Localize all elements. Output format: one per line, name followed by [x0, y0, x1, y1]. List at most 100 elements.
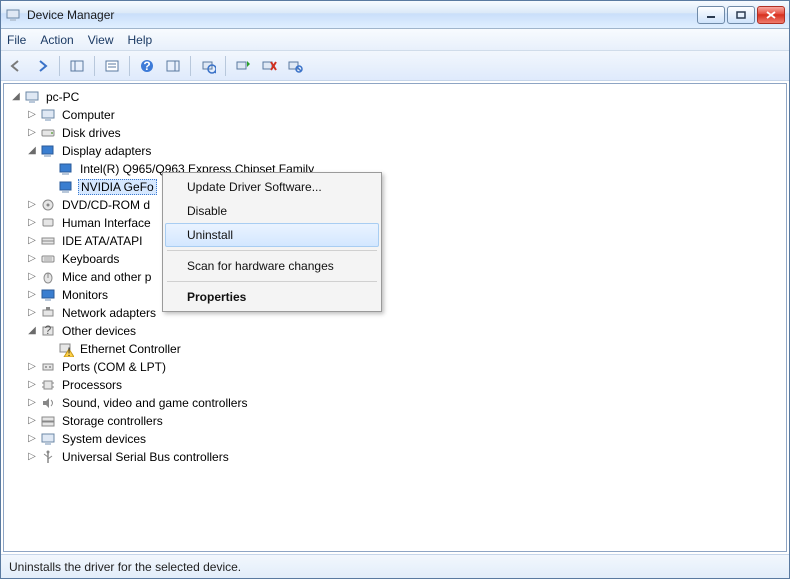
disable-icon[interactable]: [284, 55, 306, 77]
tree-item[interactable]: ▷ Processors: [4, 376, 786, 394]
tree-item-label: Universal Serial Bus controllers: [60, 450, 231, 464]
forward-button[interactable]: [31, 55, 53, 77]
minimize-button[interactable]: [697, 6, 725, 24]
expand-icon[interactable]: ▷: [26, 253, 38, 265]
tree-item[interactable]: ▷ Monitors: [4, 286, 786, 304]
expand-icon[interactable]: ▷: [26, 397, 38, 409]
expand-icon[interactable]: ▷: [26, 199, 38, 211]
tree-item-label: Sound, video and game controllers: [60, 396, 249, 410]
processors-icon: [40, 377, 56, 393]
expand-icon[interactable]: ▷: [26, 217, 38, 229]
tree-item-label: Other devices: [60, 324, 138, 338]
hid-icon: [40, 215, 56, 231]
tree-item-label: Computer: [60, 108, 117, 122]
expand-icon[interactable]: ▷: [26, 271, 38, 283]
collapse-icon[interactable]: ◢: [26, 325, 38, 337]
dvd-drives-icon: [40, 197, 56, 213]
statusbar: Uninstalls the driver for the selected d…: [1, 554, 789, 578]
menu-action[interactable]: Action: [40, 33, 73, 47]
system-devices-icon: [40, 431, 56, 447]
computer-category-icon: [40, 107, 56, 123]
tree-item[interactable]: ▷ Universal Serial Bus controllers: [4, 448, 786, 466]
expand-icon[interactable]: ▷: [26, 433, 38, 445]
ctx-update-driver[interactable]: Update Driver Software...: [165, 175, 379, 199]
tree-item-label: Mice and other p: [60, 270, 153, 284]
svg-text:?: ?: [143, 59, 150, 73]
menubar: File Action View Help: [1, 29, 789, 51]
display-adapters-icon: [40, 143, 56, 159]
tree-item[interactable]: ▷ System devices: [4, 430, 786, 448]
tree-item[interactable]: ▷ DVD/CD-ROM d: [4, 196, 786, 214]
update-driver-icon[interactable]: [232, 55, 254, 77]
ctx-item-label: Properties: [187, 290, 246, 304]
expand-icon[interactable]: ▷: [26, 109, 38, 121]
collapse-icon[interactable]: ◢: [10, 91, 22, 103]
titlebar: Device Manager: [1, 1, 789, 29]
keyboards-icon: [40, 251, 56, 267]
tree-item[interactable]: ▷ Storage controllers: [4, 412, 786, 430]
ctx-item-label: Scan for hardware changes: [187, 259, 334, 273]
ctx-scan-hardware[interactable]: Scan for hardware changes: [165, 254, 379, 278]
ctx-properties[interactable]: Properties: [165, 285, 379, 309]
tree-item[interactable]: ▷ Ports (COM & LPT): [4, 358, 786, 376]
tree-item-other-devices[interactable]: ◢ ? Other devices: [4, 322, 786, 340]
tree-item[interactable]: ▷ Human Interface: [4, 214, 786, 232]
expand-icon[interactable]: ▷: [26, 127, 38, 139]
usb-icon: [40, 449, 56, 465]
expand-icon[interactable]: ▷: [26, 379, 38, 391]
disk-drives-icon: [40, 125, 56, 141]
expand-icon[interactable]: ▷: [26, 289, 38, 301]
help-button[interactable]: ?: [136, 55, 158, 77]
tree-item[interactable]: ▷ Computer: [4, 106, 786, 124]
action-pane-button[interactable]: [162, 55, 184, 77]
ctx-disable[interactable]: Disable: [165, 199, 379, 223]
menu-file[interactable]: File: [7, 33, 26, 47]
tree-item-label: Storage controllers: [60, 414, 165, 428]
close-button[interactable]: [757, 6, 785, 24]
tree-child-label: Ethernet Controller: [78, 342, 183, 356]
menu-view[interactable]: View: [88, 33, 114, 47]
maximize-button[interactable]: [727, 6, 755, 24]
tree-item-label: System devices: [60, 432, 148, 446]
ctx-item-label: Disable: [187, 204, 227, 218]
expand-icon[interactable]: ▷: [26, 451, 38, 463]
tree-item-label: IDE ATA/ATAPI: [60, 234, 144, 248]
uninstall-icon[interactable]: [258, 55, 280, 77]
expand-icon[interactable]: ▷: [26, 235, 38, 247]
back-button[interactable]: [5, 55, 27, 77]
tree-item[interactable]: ▷ Disk drives: [4, 124, 786, 142]
ctx-separator: [167, 250, 377, 251]
tree-item-label: Disk drives: [60, 126, 123, 140]
tree-item[interactable]: ▷ Keyboards: [4, 250, 786, 268]
ctx-uninstall[interactable]: Uninstall: [165, 223, 379, 247]
toolbar: ?: [1, 51, 789, 81]
sound-icon: [40, 395, 56, 411]
expand-icon[interactable]: ▷: [26, 307, 38, 319]
collapse-icon[interactable]: ◢: [26, 145, 38, 157]
tree-item-display-adapters[interactable]: ◢ Display adapters: [4, 142, 786, 160]
tree-child-label: NVIDIA GeFo: [78, 179, 157, 195]
status-text: Uninstalls the driver for the selected d…: [9, 560, 241, 574]
tree-item-label: Processors: [60, 378, 124, 392]
expand-icon[interactable]: ▷: [26, 415, 38, 427]
tree-item[interactable]: ▷ Network adapters: [4, 304, 786, 322]
monitors-icon: [40, 287, 56, 303]
device-tree[interactable]: ◢ pc-PC ▷ Computer ▷ Disk drives ◢ Displ…: [3, 83, 787, 552]
tree-item[interactable]: ▷ Mice and other p: [4, 268, 786, 286]
expand-icon[interactable]: ▷: [26, 361, 38, 373]
tree-child[interactable]: ▷ Intel(R) Q965/Q963 Express Chipset Fam…: [4, 160, 786, 178]
tree-item-label: Network adapters: [60, 306, 158, 320]
tree-root[interactable]: ◢ pc-PC: [4, 88, 786, 106]
tree-child-selected[interactable]: ▷ NVIDIA GeFo: [4, 178, 786, 196]
unknown-device-warning-icon: !: [58, 341, 74, 357]
tree-item-label: DVD/CD-ROM d: [60, 198, 152, 212]
tree-child[interactable]: ▷ ! Ethernet Controller: [4, 340, 786, 358]
storage-controllers-icon: [40, 413, 56, 429]
tree-item[interactable]: ▷ IDE ATA/ATAPI: [4, 232, 786, 250]
show-hide-console-tree-button[interactable]: [66, 55, 88, 77]
ctx-item-label: Update Driver Software...: [187, 180, 322, 194]
properties-button[interactable]: [101, 55, 123, 77]
tree-item[interactable]: ▷ Sound, video and game controllers: [4, 394, 786, 412]
scan-hardware-icon[interactable]: [197, 55, 219, 77]
menu-help[interactable]: Help: [128, 33, 153, 47]
